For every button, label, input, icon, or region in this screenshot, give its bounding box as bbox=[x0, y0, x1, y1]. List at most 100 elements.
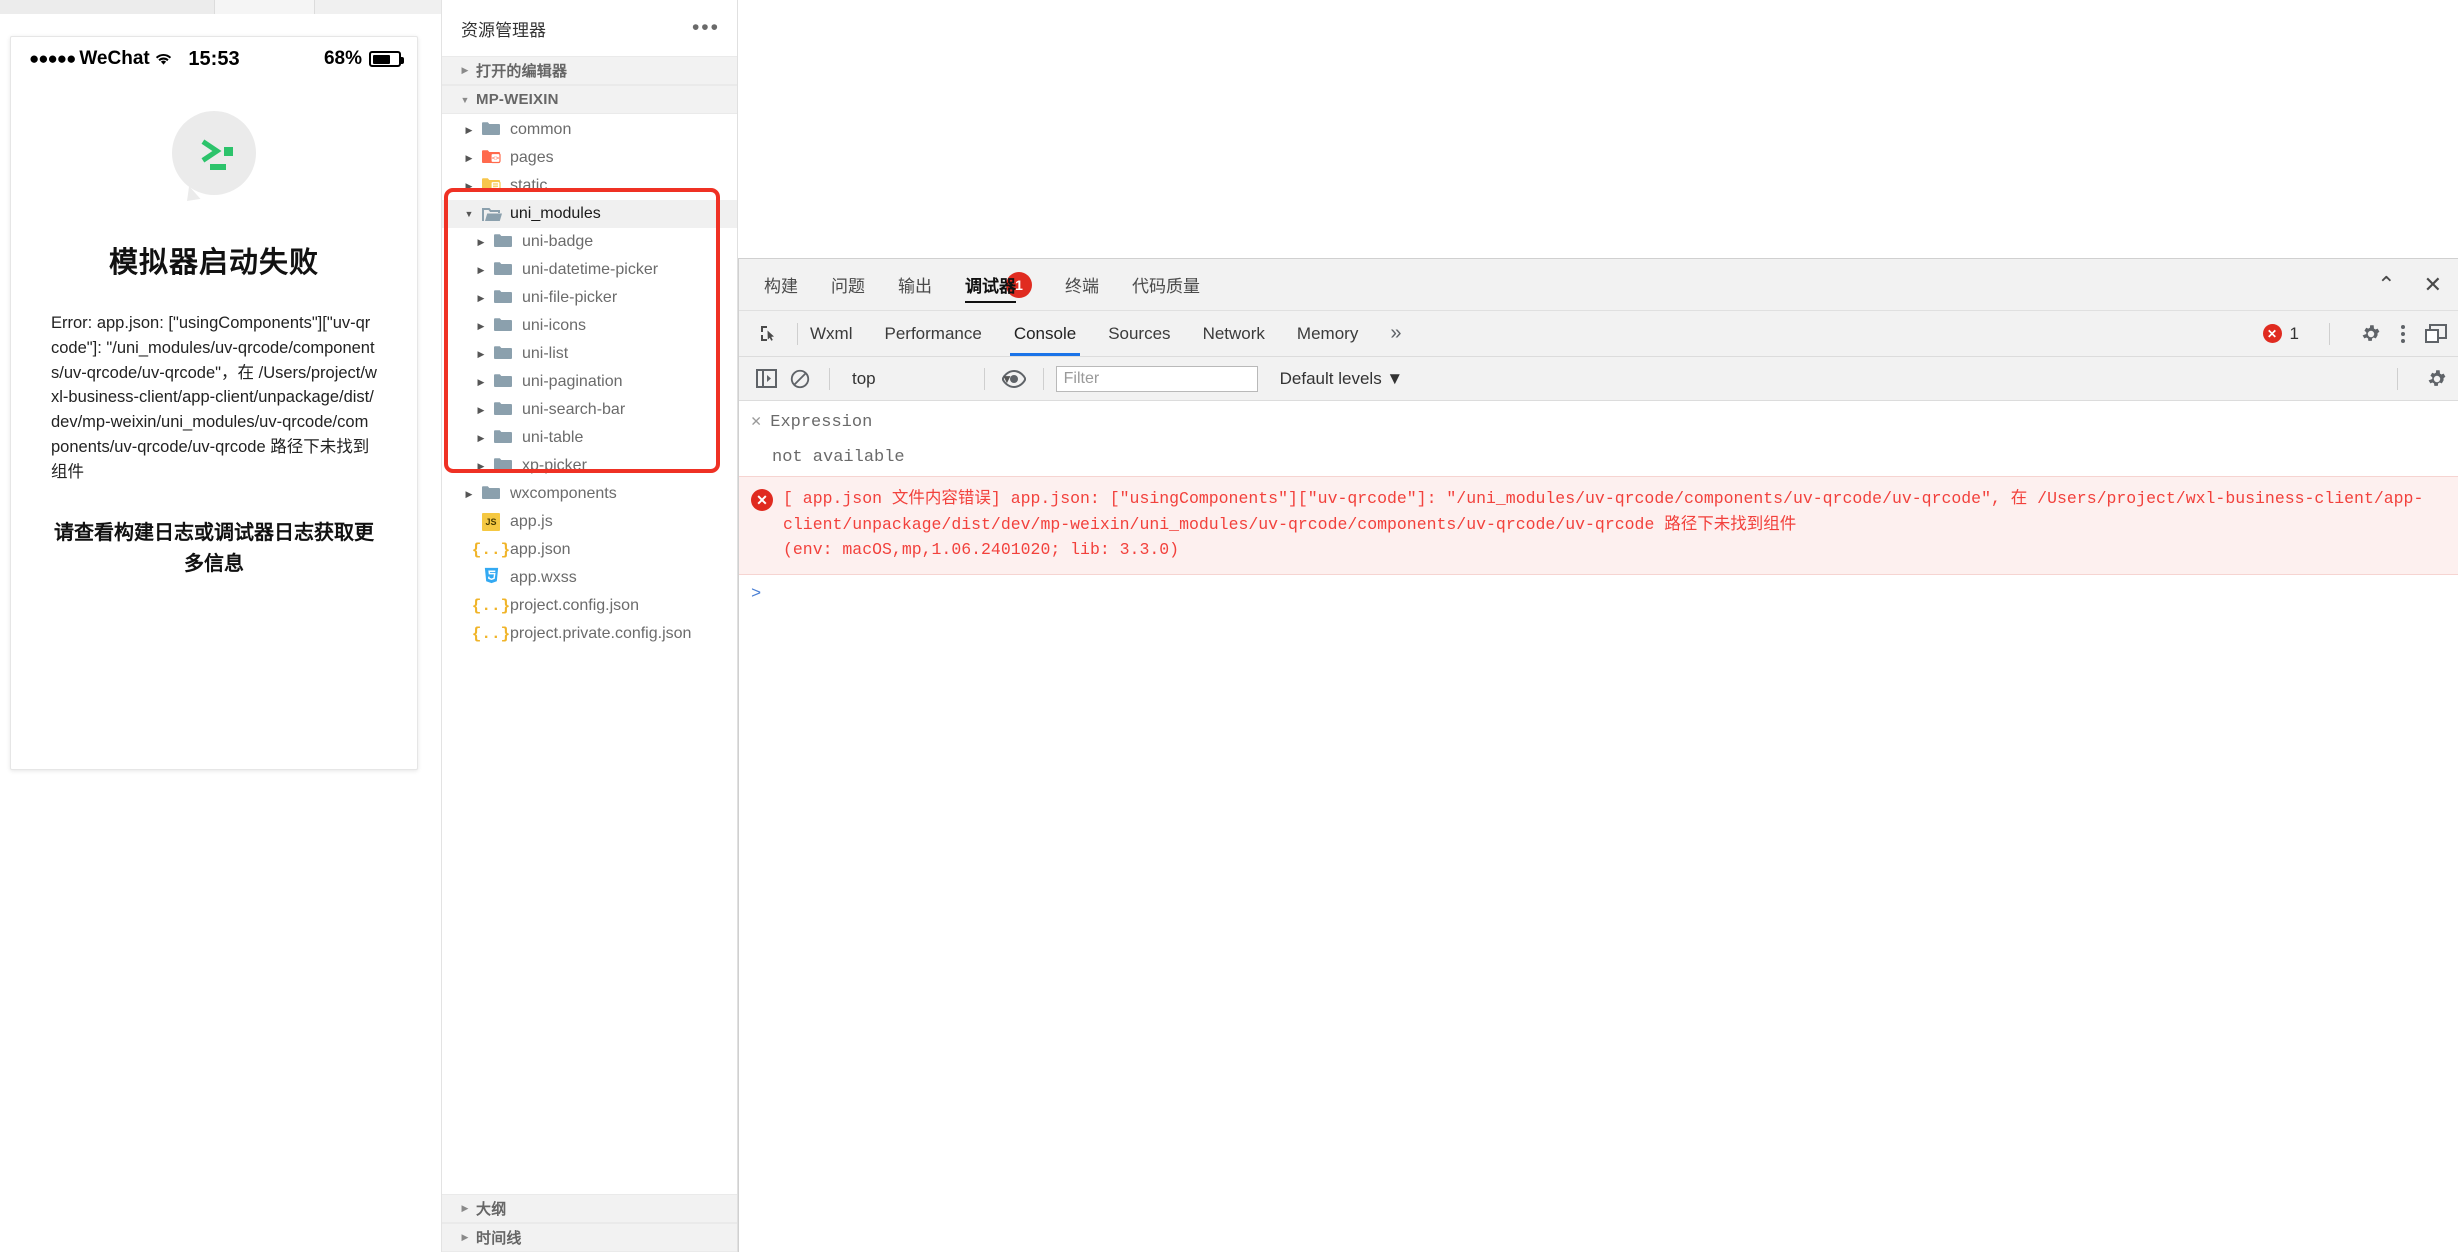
simulator-window: ●●●●● WeChat 15:53 68% 模拟器启动失败 Error: ap… bbox=[10, 36, 418, 770]
chevron-right-icon[interactable]: ▶ bbox=[470, 433, 492, 444]
tree-folder-uni-icons[interactable]: ▶ uni-icons bbox=[442, 312, 737, 340]
chevron-right-icon[interactable]: ▶ bbox=[470, 461, 492, 472]
chevron-right-icon[interactable]: ▶ bbox=[458, 125, 480, 136]
tree-item-label: app.json bbox=[510, 541, 571, 558]
tree-folder-uni-table[interactable]: ▶ uni-table bbox=[442, 424, 737, 452]
project-root-label: MP-WEIXIN bbox=[476, 91, 559, 108]
chevron-right-icon[interactable]: ▶ bbox=[458, 153, 480, 164]
chevron-right-icon[interactable]: ▶ bbox=[470, 265, 492, 276]
folder-icon bbox=[493, 400, 513, 421]
panel-tab-performance[interactable]: Performance bbox=[884, 324, 981, 344]
tree-item-label: project.private.config.json bbox=[510, 625, 692, 642]
inspect-element-icon[interactable] bbox=[751, 319, 785, 349]
panel-tab-console[interactable]: Console bbox=[1009, 324, 1081, 356]
divider bbox=[1042, 367, 1044, 390]
explorer-more-icon[interactable]: ••• bbox=[692, 17, 720, 38]
battery-icon bbox=[369, 51, 404, 67]
chevron-right-icon[interactable]: ▶ bbox=[470, 349, 492, 360]
tree-item-label: app.wxss bbox=[510, 569, 577, 586]
tree-folder-uni-file-picker[interactable]: ▶ uni-file-picker bbox=[442, 284, 737, 312]
chevron-right-icon[interactable]: ▶ bbox=[470, 405, 492, 416]
tree-file-project.config.json[interactable]: ▶{..}project.config.json bbox=[442, 592, 737, 620]
chevron-right-icon[interactable]: ▶ bbox=[470, 237, 492, 248]
top-strip-segment-2 bbox=[215, 0, 315, 14]
close-icon[interactable]: ✕ bbox=[2424, 274, 2442, 296]
devtools-tab-代码质量[interactable]: 代码质量 bbox=[1132, 259, 1200, 311]
folder-icon bbox=[481, 484, 501, 505]
tree-folder-uni-pagination[interactable]: ▶ uni-pagination bbox=[442, 368, 737, 396]
chevron-right-icon[interactable]: ▶ bbox=[458, 181, 480, 192]
chevron-right-icon[interactable]: ▶ bbox=[470, 377, 492, 388]
wxss-file-icon bbox=[482, 566, 501, 590]
sidebar-toggle-icon[interactable] bbox=[749, 364, 783, 394]
folder-pages-icon: <> bbox=[481, 148, 501, 169]
tree-file-app.json[interactable]: ▶{..}app.json bbox=[442, 536, 737, 564]
clear-console-icon[interactable] bbox=[783, 364, 817, 394]
panel-tab-memory[interactable]: Memory bbox=[1297, 324, 1358, 344]
file-explorer-panel: 资源管理器 ••• ▶ 打开的编辑器 ▼ MP-WEIXIN ▶ common ▶ <… bbox=[441, 0, 738, 1252]
section-timeline[interactable]: ▶ 时间线 bbox=[442, 1223, 737, 1252]
tree-folder-uni-search-bar[interactable]: ▶ uni-search-bar bbox=[442, 396, 737, 424]
tree-folder-uni-list[interactable]: ▶ uni-list bbox=[442, 340, 737, 368]
devtools-tab-问题[interactable]: 问题 bbox=[831, 259, 865, 311]
tree-folder-static[interactable]: ▶ static bbox=[442, 172, 737, 200]
more-tabs-icon[interactable]: » bbox=[1390, 322, 1401, 345]
chevron-down-icon[interactable]: ▼ bbox=[1001, 372, 1013, 386]
overflow-menu-icon[interactable] bbox=[2400, 323, 2406, 345]
divider bbox=[829, 367, 830, 390]
tree-folder-wxcomponents[interactable]: ▶ wxcomponents bbox=[442, 480, 737, 508]
timeline-label: 时间线 bbox=[476, 1230, 522, 1247]
collapse-icon[interactable]: ⌃ bbox=[2377, 274, 2395, 296]
explorer-bottom-sections: ▶ 大纲 ▶ 时间线 bbox=[442, 1194, 737, 1252]
devtools-tab-bar: 构建 问题 输出 调试器 1 终端 代码质量 ⌃ ✕ bbox=[739, 259, 2458, 311]
console-level-selector[interactable]: Default levels ▼ bbox=[1280, 369, 1404, 389]
tree-item-label: uni-datetime-picker bbox=[522, 261, 659, 278]
chevron-right-icon: ▶ bbox=[461, 65, 469, 75]
devtools-tab-构建[interactable]: 构建 bbox=[764, 259, 798, 311]
console-toolbar-right bbox=[2385, 367, 2448, 390]
tree-item-label: project.config.json bbox=[510, 597, 639, 614]
devtools-tab-调试器[interactable]: 调试器 bbox=[965, 259, 1016, 311]
panel-tab-network[interactable]: Network bbox=[1203, 324, 1265, 344]
explorer-title: 资源管理器 bbox=[461, 20, 546, 40]
devtools-tab-输出[interactable]: 输出 bbox=[898, 259, 932, 311]
tree-folder-common[interactable]: ▶ common bbox=[442, 116, 737, 144]
section-open-editors[interactable]: ▶ 打开的编辑器 bbox=[442, 56, 737, 85]
chevron-right-icon[interactable]: ▶ bbox=[458, 489, 480, 500]
remove-expression-icon[interactable]: ✕ bbox=[751, 413, 761, 432]
panel-tab-wxml[interactable]: Wxml bbox=[810, 324, 852, 344]
console-prompt[interactable]: > bbox=[739, 575, 2458, 604]
tree-folder-uni-badge[interactable]: ▶ uni-badge bbox=[442, 228, 737, 256]
console-error-message[interactable]: ✕ [ app.json 文件内容错误] app.json: ["usingCo… bbox=[739, 476, 2458, 575]
console-settings-gear-icon[interactable] bbox=[2426, 368, 2448, 390]
console-output: ✕ Expression not available ✕ [ app.json 文… bbox=[739, 401, 2458, 1252]
chevron-right-icon[interactable]: ▶ bbox=[470, 321, 492, 332]
json-file-icon: {..} bbox=[471, 597, 511, 615]
simulator-error-title: 模拟器启动失败 bbox=[108, 247, 319, 279]
console-filter-input[interactable]: Filter bbox=[1055, 365, 1258, 392]
tree-file-app.wxss[interactable]: ▶app.wxss bbox=[442, 564, 737, 592]
wifi-icon bbox=[155, 53, 172, 66]
console-context-selector[interactable]: top bbox=[852, 369, 876, 389]
chevron-right-icon[interactable]: ▶ bbox=[470, 293, 492, 304]
tree-item-label: app.js bbox=[510, 513, 553, 530]
dock-layout-icon[interactable] bbox=[2424, 323, 2448, 345]
tree-item-label: xp-picker bbox=[522, 457, 587, 474]
tree-folder-uni_modules[interactable]: ▼ uni_modules bbox=[442, 200, 737, 228]
panel-tab-sources[interactable]: Sources bbox=[1108, 324, 1170, 344]
tree-folder-xp-picker[interactable]: ▶ xp-picker bbox=[442, 452, 737, 480]
section-outline[interactable]: ▶ 大纲 bbox=[442, 1194, 737, 1223]
tree-folder-pages[interactable]: ▶ <> pages bbox=[442, 144, 737, 172]
section-project-root[interactable]: ▼ MP-WEIXIN bbox=[442, 85, 737, 114]
error-count-badge[interactable]: ✕ 1 bbox=[2262, 324, 2299, 344]
tree-folder-uni-datetime-picker[interactable]: ▶ uni-datetime-picker bbox=[442, 256, 737, 284]
chevron-down-icon[interactable]: ▼ bbox=[458, 209, 480, 219]
folder-icon bbox=[493, 456, 513, 477]
tree-file-app.js[interactable]: ▶JSapp.js bbox=[442, 508, 737, 536]
devtools-tab-终端[interactable]: 终端 bbox=[1065, 259, 1099, 311]
json-file-icon: {..} bbox=[471, 541, 511, 559]
outline-label: 大纲 bbox=[476, 1201, 507, 1218]
tree-item-label: uni-search-bar bbox=[522, 401, 626, 418]
settings-gear-icon[interactable] bbox=[2360, 323, 2382, 345]
tree-file-project.private.config.json[interactable]: ▶{..}project.private.config.json bbox=[442, 620, 737, 648]
